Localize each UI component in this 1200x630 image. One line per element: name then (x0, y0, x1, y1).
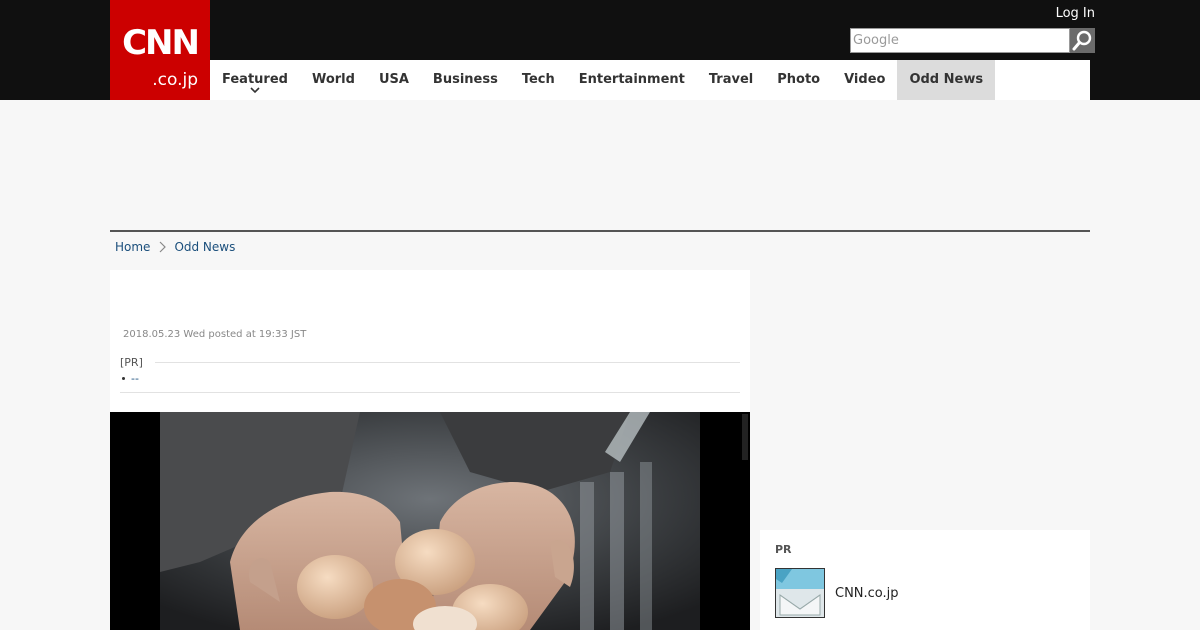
nav-item-entertainment[interactable]: Entertainment (567, 60, 697, 100)
chevron-down-icon (250, 87, 260, 94)
envelope-icon (776, 569, 824, 617)
sidebar-pr: PR CNN.co.jp (760, 530, 1090, 630)
nav-item-odd-news[interactable]: Odd News (897, 60, 996, 100)
pr-label: [PR] (120, 356, 143, 369)
logo-sub-text: .co.jp (152, 70, 198, 90)
search-button[interactable] (1070, 28, 1095, 53)
nav-item-world[interactable]: World (300, 60, 367, 100)
breadcrumb-home-link[interactable]: Home (115, 240, 150, 254)
login-link[interactable]: Log In (1040, 6, 1095, 22)
nav-item-photo[interactable]: Photo (765, 60, 832, 100)
ad-placeholder (110, 100, 1090, 230)
article-photo (110, 412, 750, 630)
nav-item-usa[interactable]: USA (367, 60, 421, 100)
pr-block: [PR] -- (120, 356, 740, 393)
logo-main-text: CNN (122, 23, 200, 63)
pr-divider (154, 362, 740, 363)
nav-item-label: Featured (222, 72, 288, 87)
search-icon (1072, 30, 1092, 51)
sidebar-pr-link[interactable]: CNN.co.jp (835, 586, 899, 601)
pr-link[interactable]: -- (131, 372, 139, 385)
bullet-icon (122, 377, 125, 380)
search-input[interactable] (850, 28, 1070, 53)
cnn-logo[interactable]: CNN .co.jp (110, 0, 210, 100)
breadcrumb-odd-news-link[interactable]: Odd News (174, 240, 235, 254)
section-divider (110, 230, 1090, 232)
sidebar-pr-thumbnail[interactable] (775, 568, 825, 618)
hands-holding-eggs-photo (110, 412, 750, 630)
nav-item-tech[interactable]: Tech (510, 60, 567, 100)
nav-item-business[interactable]: Business (421, 60, 510, 100)
nav-item-travel[interactable]: Travel (697, 60, 765, 100)
sidebar-pr-label: PR (775, 543, 792, 556)
breadcrumb: Home Odd News (115, 238, 235, 256)
main-nav: Featured World USA Business Tech Enterta… (210, 60, 1090, 100)
nav-item-featured[interactable]: Featured (210, 60, 300, 100)
article-card: 2018.05.23 Wed posted at 19:33 JST [PR] … (110, 270, 750, 630)
chevron-right-icon (160, 241, 167, 253)
post-timestamp: 2018.05.23 Wed posted at 19:33 JST (123, 329, 307, 340)
pr-divider-bottom (120, 392, 740, 393)
nav-item-video[interactable]: Video (832, 60, 897, 100)
